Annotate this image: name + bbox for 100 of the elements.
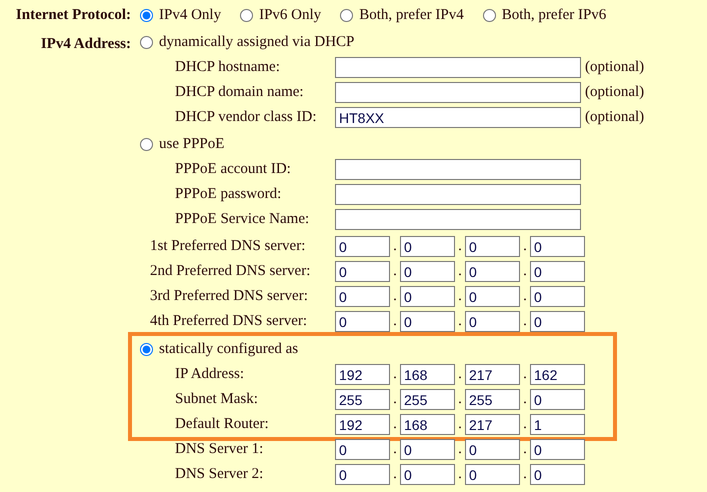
octet-field[interactable]: 192	[335, 364, 390, 385]
octet-separator: .	[457, 237, 463, 256]
octet-field[interactable]: 217	[465, 414, 520, 435]
octet-separator: .	[457, 262, 463, 281]
octet-field[interactable]: 0	[530, 236, 585, 257]
radio-button[interactable]	[482, 9, 496, 22]
octet-field[interactable]: 0	[465, 439, 520, 460]
section-label: IPv4 Address:	[40, 35, 132, 54]
octet-separator: .	[522, 312, 528, 331]
octet-field[interactable]: 0	[400, 236, 455, 257]
octet-separator: .	[392, 262, 398, 281]
octet-field[interactable]: 0	[465, 286, 520, 307]
octet-field[interactable]: 192	[335, 414, 390, 435]
option-label: use PPPoE	[159, 136, 224, 153]
octet-field[interactable]: 1	[530, 414, 585, 435]
octet-separator: .	[522, 465, 528, 484]
option-label: Both, prefer IPv4	[359, 7, 464, 24]
octet-separator: .	[457, 365, 463, 384]
radio-button[interactable]	[240, 9, 254, 22]
octet-field[interactable]: 0	[335, 236, 390, 257]
octet-separator: .	[392, 365, 398, 384]
octet-field[interactable]: 0	[530, 311, 585, 332]
text-field[interactable]	[335, 209, 581, 230]
octet-field[interactable]: 0	[335, 286, 390, 307]
radio-button[interactable]	[140, 36, 153, 49]
octet-field[interactable]: 0	[530, 464, 585, 485]
octet-field[interactable]: 0	[530, 439, 585, 460]
field-label: DHCP domain name:	[175, 84, 305, 101]
optional-note: (optional)	[585, 59, 644, 76]
field-label: PPPoE account ID:	[175, 161, 292, 178]
octet-separator: .	[522, 287, 528, 306]
option-label: Both, prefer IPv6	[502, 7, 606, 24]
octet-field[interactable]: 0	[465, 261, 520, 282]
optional-note: (optional)	[585, 84, 644, 101]
octet-field[interactable]: 0	[530, 286, 585, 307]
radio-button[interactable]	[140, 343, 153, 356]
field-label: Default Router:	[175, 416, 270, 433]
octet-separator: .	[392, 287, 398, 306]
octet-separator: .	[392, 440, 398, 459]
octet-field[interactable]: 255	[335, 389, 390, 410]
text-field[interactable]	[335, 57, 581, 78]
octet-separator: .	[522, 390, 528, 409]
field-label: 4th Preferred DNS server:	[150, 313, 308, 330]
octet-separator: .	[522, 237, 528, 256]
octet-separator: .	[392, 415, 398, 434]
field-label: Subnet Mask:	[175, 391, 259, 408]
octet-separator: .	[522, 365, 528, 384]
octet-field[interactable]: 217	[465, 364, 520, 385]
field-label: PPPoE Service Name:	[175, 211, 310, 228]
field-label: PPPoE password:	[175, 186, 282, 203]
field-label: 1st Preferred DNS server:	[150, 238, 306, 255]
octet-field[interactable]: 255	[400, 389, 455, 410]
octet-separator: .	[457, 465, 463, 484]
octet-field[interactable]: 0	[465, 236, 520, 257]
field-label: DNS Server 2:	[175, 466, 264, 483]
radio-button[interactable]	[140, 138, 153, 151]
octet-field[interactable]: 0	[400, 311, 455, 332]
field-label: 2nd Preferred DNS server:	[150, 263, 312, 280]
option-label: statically configured as	[159, 341, 298, 358]
octet-separator: .	[392, 312, 398, 331]
octet-field[interactable]: 0	[530, 389, 585, 410]
octet-separator: .	[522, 262, 528, 281]
octet-separator: .	[392, 390, 398, 409]
octet-separator: .	[457, 440, 463, 459]
octet-field[interactable]: 0	[400, 439, 455, 460]
octet-field[interactable]: 255	[465, 389, 520, 410]
field-label: 3rd Preferred DNS server:	[150, 288, 309, 305]
octet-separator: .	[457, 415, 463, 434]
option-label: IPv6 Only	[259, 7, 322, 24]
text-field[interactable]	[335, 82, 581, 103]
octet-field[interactable]: 0	[335, 464, 390, 485]
radio-button[interactable]	[340, 9, 354, 22]
text-field[interactable]	[335, 184, 581, 205]
option-label: IPv4 Only	[159, 7, 222, 24]
octet-field[interactable]: 0	[335, 261, 390, 282]
octet-field[interactable]: 168	[400, 414, 455, 435]
field-label: DNS Server 1:	[175, 441, 264, 458]
octet-field[interactable]: 0	[465, 311, 520, 332]
octet-field[interactable]: 0	[400, 464, 455, 485]
section-label: Internet Protocol:	[14, 6, 132, 25]
octet-field[interactable]: 0	[400, 261, 455, 282]
text-field[interactable]: HT8XX	[335, 107, 581, 128]
octet-field[interactable]: 162	[530, 364, 585, 385]
text-field[interactable]	[335, 159, 581, 180]
octet-field[interactable]: 0	[400, 286, 455, 307]
octet-separator: .	[457, 312, 463, 331]
octet-field[interactable]: 0	[530, 261, 585, 282]
optional-note: (optional)	[585, 109, 644, 126]
option-label: dynamically assigned via DHCP	[159, 34, 354, 51]
field-label: DHCP hostname:	[175, 59, 281, 76]
field-label: DHCP vendor class ID:	[175, 109, 318, 126]
octet-field[interactable]: 0	[335, 311, 390, 332]
octet-separator: .	[522, 440, 528, 459]
octet-separator: .	[392, 237, 398, 256]
octet-separator: .	[457, 390, 463, 409]
octet-field[interactable]: 0	[335, 439, 390, 460]
octet-field[interactable]: 168	[400, 364, 455, 385]
octet-field[interactable]: 0	[465, 464, 520, 485]
octet-separator: .	[392, 465, 398, 484]
radio-button[interactable]	[140, 9, 153, 22]
